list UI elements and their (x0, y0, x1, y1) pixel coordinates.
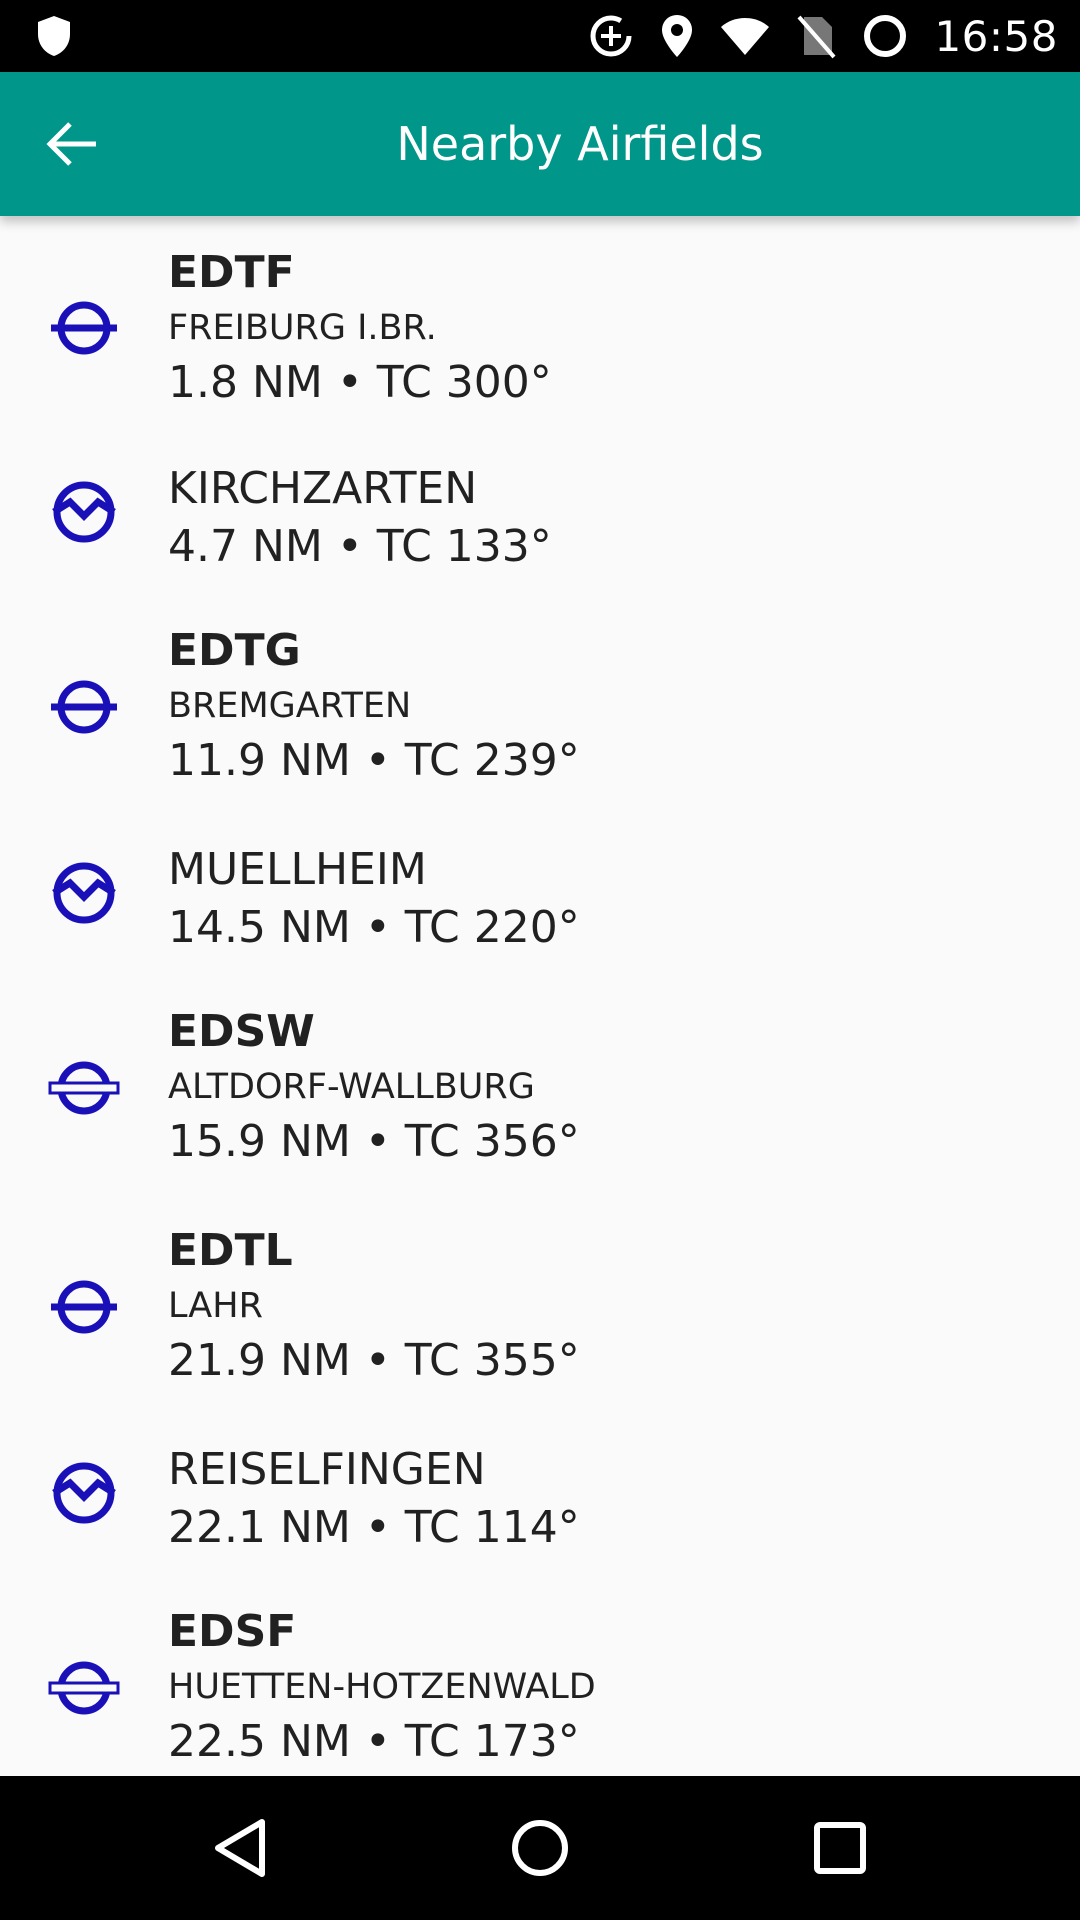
glider-site-icon (52, 1462, 116, 1524)
airfield-name: REISELFINGEN (168, 1444, 486, 1495)
page-title: Nearby Airfields (396, 117, 764, 171)
glider-site-icon (52, 862, 116, 924)
airfield-ident: EDTF (168, 247, 295, 298)
airfield-ident: EDSW (168, 1006, 315, 1057)
battery-charging-icon (862, 13, 908, 59)
navigation-bar (0, 1776, 1080, 1920)
airfield-runway-icon (48, 1061, 120, 1115)
nav-recents-button[interactable] (768, 1776, 912, 1920)
airfield-icon (51, 680, 117, 734)
status-bar: 16:58 (0, 0, 1080, 72)
airfield-name: KIRCHZARTEN (168, 463, 478, 514)
nav-home-icon (512, 1820, 568, 1876)
airfield-name: HUETTEN-HOTZENWALD (168, 1667, 596, 1707)
airfield-name: FREIBURG I.BR. (168, 308, 437, 348)
airfield-name: MUELLHEIM (168, 844, 427, 895)
app-bar: Nearby Airfields (0, 72, 1080, 216)
glider-site-icon (52, 481, 116, 543)
airfield-row[interactable]: MUELLHEIM 14.5 NM • TC 220° (0, 813, 1080, 975)
airfield-row[interactable]: EDSF HUETTEN-HOTZENWALD 22.5 NM • TC 173… (0, 1575, 1080, 1776)
airfield-ident: EDTG (168, 625, 301, 676)
airfield-ident: EDSF (168, 1606, 297, 1657)
airfield-runway-icon (48, 1661, 120, 1715)
airfield-distance: 22.5 NM • TC 173° (168, 1716, 580, 1767)
airfield-row[interactable]: EDTF FREIBURG I.BR. 1.8 NM • TC 300° (0, 216, 1080, 432)
status-time: 16:58 (934, 11, 1058, 61)
airfield-row[interactable]: REISELFINGEN 22.1 NM • TC 114° (0, 1413, 1080, 1575)
airfield-ident: EDTL (168, 1225, 293, 1276)
no-sim-icon (796, 13, 836, 59)
airfield-row[interactable]: EDTG BREMGARTEN 11.9 NM • TC 239° (0, 594, 1080, 813)
airfield-distance: 21.9 NM • TC 355° (168, 1335, 580, 1386)
airfield-distance: 4.7 NM • TC 133° (168, 521, 552, 572)
data-saver-icon (588, 13, 634, 59)
nav-back-button[interactable] (168, 1776, 312, 1920)
airfield-name: ALTDORF-WALLBURG (168, 1067, 535, 1107)
airfield-icon (51, 1280, 117, 1334)
nav-home-button[interactable] (468, 1776, 612, 1920)
wifi-icon (720, 15, 770, 57)
airfield-row[interactable]: KIRCHZARTEN 4.7 NM • TC 133° (0, 432, 1080, 594)
nav-back-icon (215, 1819, 265, 1877)
airfield-distance: 22.1 NM • TC 114° (168, 1502, 580, 1553)
nav-recents-icon (814, 1822, 866, 1874)
airfield-name: LAHR (168, 1286, 263, 1326)
airfield-row[interactable]: EDTL LAHR 21.9 NM • TC 355° (0, 1194, 1080, 1413)
airfield-distance: 15.9 NM • TC 356° (168, 1116, 580, 1167)
location-icon (660, 13, 694, 59)
airfield-list: EDTF FREIBURG I.BR. 1.8 NM • TC 300° KIR… (0, 216, 1080, 1776)
airfield-name: BREMGARTEN (168, 686, 412, 726)
airfield-distance: 1.8 NM • TC 300° (168, 357, 552, 408)
airfield-row[interactable]: EDSW ALTDORF-WALLBURG 15.9 NM • TC 356° (0, 975, 1080, 1194)
shield-icon (34, 14, 74, 58)
airfield-icon (51, 301, 117, 355)
airfield-distance: 11.9 NM • TC 239° (168, 735, 580, 786)
airfield-distance: 14.5 NM • TC 220° (168, 902, 580, 953)
